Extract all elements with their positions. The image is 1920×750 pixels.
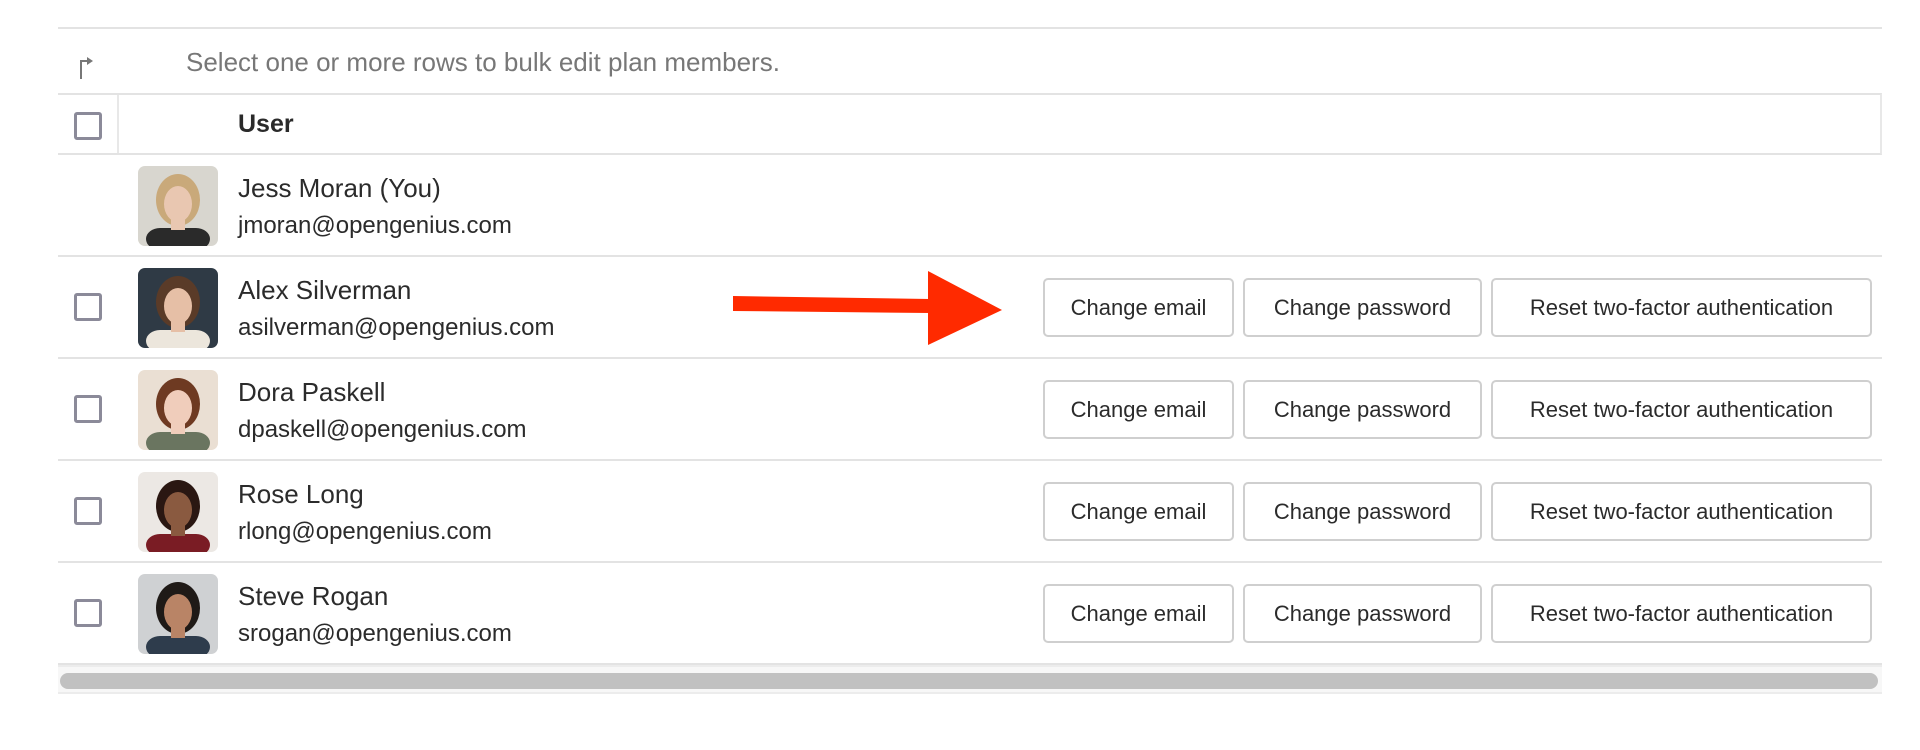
column-divider [117, 95, 119, 153]
avatar [138, 166, 218, 246]
members-table: User Jess Moran (You) jmoran@opengenius.… [58, 93, 1882, 665]
user-name: Jess Moran (You) [238, 173, 441, 203]
user-name: Alex Silverman [238, 275, 412, 305]
user-name: Dora Paskell [238, 377, 386, 407]
table-row: Steve Rogan srogan@opengenius.com Change… [58, 563, 1882, 665]
row-actions: Change email Change password Reset two-f… [1043, 584, 1872, 643]
table-body: Jess Moran (You) jmoran@opengenius.com A… [58, 155, 1882, 665]
hint-text: Select one or more rows to bulk edit pla… [186, 47, 780, 77]
change-email-button[interactable]: Change email [1043, 278, 1234, 337]
table-row: Rose Long rlong@opengenius.com Change em… [58, 461, 1882, 563]
row-actions: Change email Change password Reset two-f… [1043, 380, 1872, 439]
table-row: Jess Moran (You) jmoran@opengenius.com [58, 155, 1882, 257]
bulk-edit-hint: Select one or more rows to bulk edit pla… [58, 29, 1882, 94]
reset-two-factor-button[interactable]: Reset two-factor authentication [1491, 380, 1872, 439]
row-checkbox[interactable] [74, 599, 102, 627]
avatar [138, 574, 218, 654]
user-name: Steve Rogan [238, 581, 389, 611]
user-email: rlong@opengenius.com [238, 518, 492, 545]
row-actions: Change email Change password Reset two-f… [1043, 278, 1872, 337]
column-header-user: User [238, 110, 294, 138]
change-email-button[interactable]: Change email [1043, 380, 1234, 439]
select-all-checkbox[interactable] [74, 112, 102, 140]
user-email: asilverman@opengenius.com [238, 314, 555, 341]
avatar [138, 268, 218, 348]
change-email-button[interactable]: Change email [1043, 584, 1234, 643]
arrow-shaft [733, 296, 930, 313]
row-actions: Change email Change password Reset two-f… [1043, 482, 1872, 541]
user-email: jmoran@opengenius.com [238, 212, 512, 239]
avatar [138, 472, 218, 552]
corner-arrow-icon [80, 57, 93, 79]
horizontal-scrollbar[interactable] [58, 665, 1882, 694]
change-password-button[interactable]: Change password [1243, 278, 1482, 337]
user-email: dpaskell@opengenius.com [238, 416, 527, 443]
avatar [138, 370, 218, 450]
scrollbar-thumb[interactable] [60, 673, 1878, 689]
user-name: Rose Long [238, 479, 364, 509]
row-checkbox[interactable] [74, 293, 102, 321]
reset-two-factor-button[interactable]: Reset two-factor authentication [1491, 584, 1872, 643]
user-email: srogan@opengenius.com [238, 620, 512, 647]
change-password-button[interactable]: Change password [1243, 482, 1482, 541]
table-row: Dora Paskell dpaskell@opengenius.com Cha… [58, 359, 1882, 461]
table-header: User [58, 93, 1882, 155]
change-email-button[interactable]: Change email [1043, 482, 1234, 541]
reset-two-factor-button[interactable]: Reset two-factor authentication [1491, 278, 1872, 337]
change-password-button[interactable]: Change password [1243, 584, 1482, 643]
reset-two-factor-button[interactable]: Reset two-factor authentication [1491, 482, 1872, 541]
annotation-arrow-icon [733, 271, 1002, 345]
row-checkbox[interactable] [74, 395, 102, 423]
change-password-button[interactable]: Change password [1243, 380, 1482, 439]
arrow-head [928, 271, 1002, 345]
row-checkbox[interactable] [74, 497, 102, 525]
